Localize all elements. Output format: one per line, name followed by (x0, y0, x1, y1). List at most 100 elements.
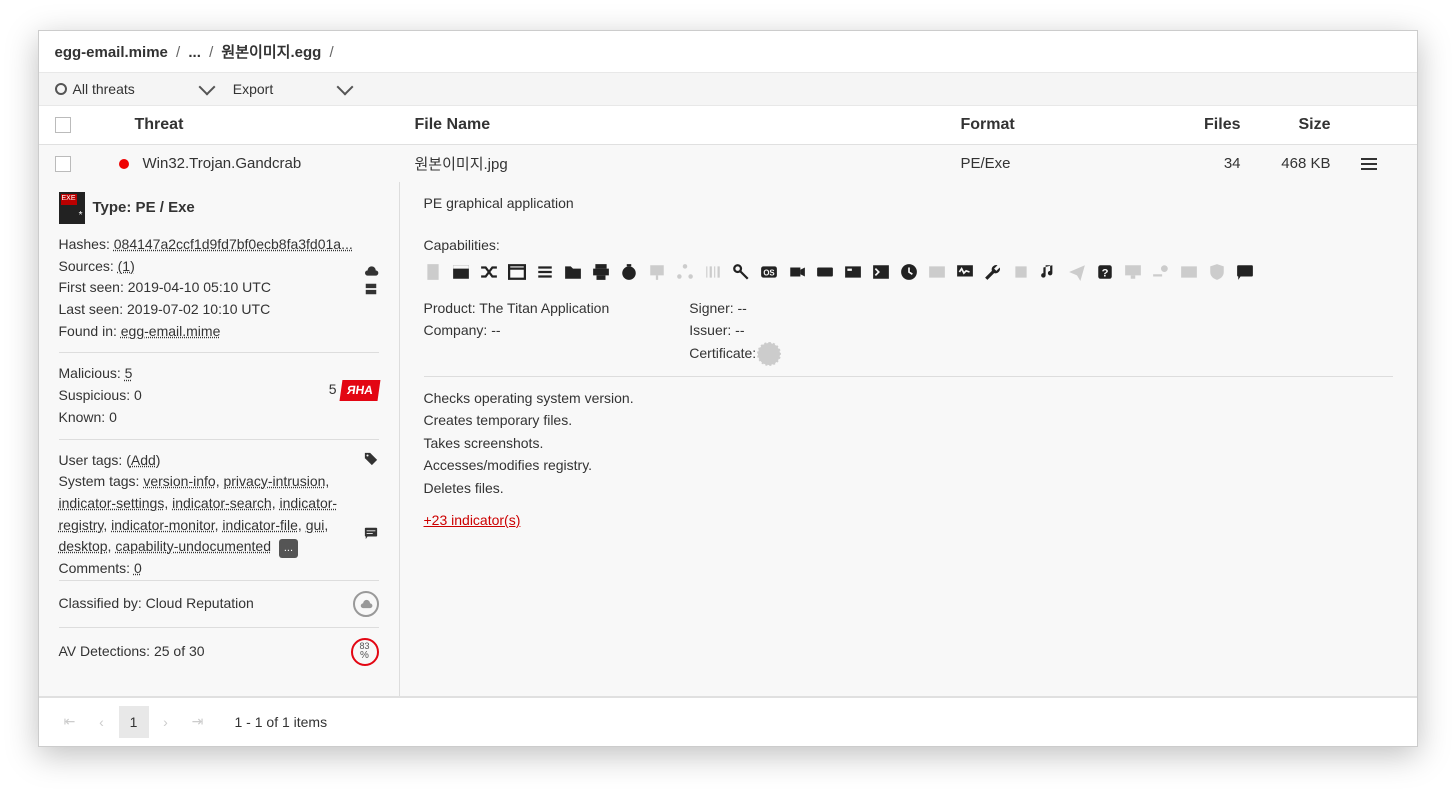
select-all-checkbox[interactable] (55, 117, 71, 133)
pager-last[interactable]: ⇥ (183, 706, 213, 738)
system-tag-link[interactable]: capability-undocumented (115, 538, 271, 554)
col-threat[interactable]: Threat (95, 116, 415, 134)
key-icon (732, 263, 750, 281)
row-checkbox[interactable] (55, 156, 71, 172)
pager-first[interactable]: ⇤ (55, 706, 85, 738)
capabilities-label: Capabilities: (424, 234, 1393, 256)
indicator-item: Checks operating system version. (424, 387, 1393, 409)
keyboard-icon (816, 263, 834, 281)
files-cell: 34 (1161, 155, 1241, 172)
row-menu-icon[interactable] (1361, 158, 1401, 170)
system-tag-link[interactable]: privacy-intrusion (223, 473, 325, 489)
table-row[interactable]: Win32.Trojan.Gandcrab 원본이미지.jpg PE/Exe 3… (39, 145, 1417, 182)
system-tag-link[interactable]: indicator-monitor (111, 517, 215, 533)
found-in-label: Found in: (59, 323, 117, 339)
all-threats-dropdown[interactable]: All threats (55, 81, 213, 97)
terminal-icon (872, 263, 890, 281)
indicator-item: Deletes files. (424, 477, 1393, 499)
comment-icon[interactable] (363, 526, 379, 540)
found-in-link[interactable]: egg-email.mime (121, 323, 221, 339)
system-tag-link[interactable]: indicator-search (172, 495, 272, 511)
issuer-value: -- (735, 322, 744, 338)
col-filename[interactable]: File Name (415, 116, 961, 134)
list-icon (536, 263, 554, 281)
col-size[interactable]: Size (1241, 116, 1361, 134)
rha-badge[interactable]: ЯHA (339, 380, 380, 401)
comments-link[interactable]: 0 (134, 560, 142, 576)
pager-info: 1 - 1 of 1 items (235, 714, 328, 730)
chat-icon (1236, 263, 1254, 281)
export-dropdown[interactable]: Export (233, 81, 351, 97)
breadcrumb: egg-email.mime / ... / 원본이미지.egg / (39, 31, 1417, 73)
pager-page-1[interactable]: 1 (119, 706, 149, 738)
hashes-label: Hashes: (59, 236, 110, 252)
pager-next[interactable]: › (151, 706, 181, 738)
capabilities-row: OS ? (424, 263, 1393, 281)
suspicious-label: Suspicious: (59, 387, 131, 403)
crumb-2[interactable]: ... (188, 44, 201, 61)
signer-value: -- (738, 300, 747, 316)
shield-icon (1208, 263, 1226, 281)
print-icon (592, 263, 610, 281)
clock-icon (900, 263, 918, 281)
severity-dot-icon (119, 159, 129, 169)
system-tags-label: System tags: (59, 473, 140, 489)
details-panel: Type: PE / Exe Hashes: 084147a2ccf1d9fd7… (39, 182, 1417, 697)
known-label: Known: (59, 409, 106, 425)
first-seen-value: 2019-04-10 05:10 UTC (128, 279, 271, 295)
key2-icon (1152, 263, 1170, 281)
more-indicators-link[interactable]: +23 indicator(s) (424, 512, 521, 528)
last-seen-label: Last seen: (59, 301, 124, 317)
classified-value: Cloud Reputation (146, 595, 254, 611)
system-tag-link[interactable]: indicator-settings (59, 495, 165, 511)
system-tag-link[interactable]: indicator-file (222, 517, 297, 533)
filename-cell: 원본이미지.jpg (415, 153, 961, 174)
chip-icon (1012, 263, 1030, 281)
hashes-link[interactable]: 084147a2ccf1d9fd7bf0ecb8fa3fd01a... (114, 236, 353, 252)
pe-subtitle: PE graphical application (424, 192, 1393, 214)
av-value: 25 of 30 (154, 643, 205, 659)
user-tags-label: User tags: (59, 452, 123, 468)
monitor-icon (956, 263, 974, 281)
all-threats-label: All threats (73, 81, 135, 97)
circle-icon (55, 83, 67, 95)
certificate-label: Certificate: (689, 345, 756, 361)
shuffle-icon (480, 263, 498, 281)
help-icon: ? (1096, 263, 1114, 281)
size-cell: 468 KB (1241, 155, 1361, 172)
stopwatch-icon (620, 263, 638, 281)
table-header: Threat File Name Format Files Size (39, 106, 1417, 145)
folder-icon (564, 263, 582, 281)
crumb-sep: / (329, 44, 333, 61)
av-label: AV Detections: (59, 643, 151, 659)
network-icon (676, 263, 694, 281)
malicious-link[interactable]: 5 (125, 365, 133, 381)
col-format[interactable]: Format (961, 116, 1161, 134)
crumb-3-bold: .egg (290, 44, 321, 61)
registry-icon (844, 263, 862, 281)
calendar-icon (452, 263, 470, 281)
presentation-icon (648, 263, 666, 281)
crumb-1[interactable]: egg-email.mime (55, 44, 168, 61)
system-tag-link[interactable]: gui (306, 517, 325, 533)
system-tag-link[interactable]: version-info (143, 473, 215, 489)
cloud-icon (363, 264, 379, 278)
tags-more-button[interactable]: ... (279, 539, 298, 558)
company-label: Company: (424, 322, 488, 338)
pager-prev[interactable]: ‹ (87, 706, 117, 738)
mail-icon (1180, 263, 1198, 281)
svg-text:OS: OS (763, 268, 774, 277)
comments-label: Comments: (59, 560, 131, 576)
system-tag-link[interactable]: desktop (59, 538, 108, 554)
cloud-reputation-icon (353, 591, 379, 617)
product-value: The Titan Application (479, 300, 609, 316)
col-files[interactable]: Files (1161, 116, 1241, 134)
crumb-3[interactable]: 원본이미지 (221, 44, 290, 61)
product-label: Product: (424, 300, 476, 316)
tag-icon[interactable] (363, 452, 379, 466)
file-type-label: Type: PE / Exe (93, 196, 195, 219)
sources-label: Sources: (59, 258, 114, 274)
server-icon (363, 282, 379, 296)
add-user-tag-link[interactable]: Add (131, 452, 156, 468)
sources-link[interactable]: (1) (118, 258, 135, 274)
